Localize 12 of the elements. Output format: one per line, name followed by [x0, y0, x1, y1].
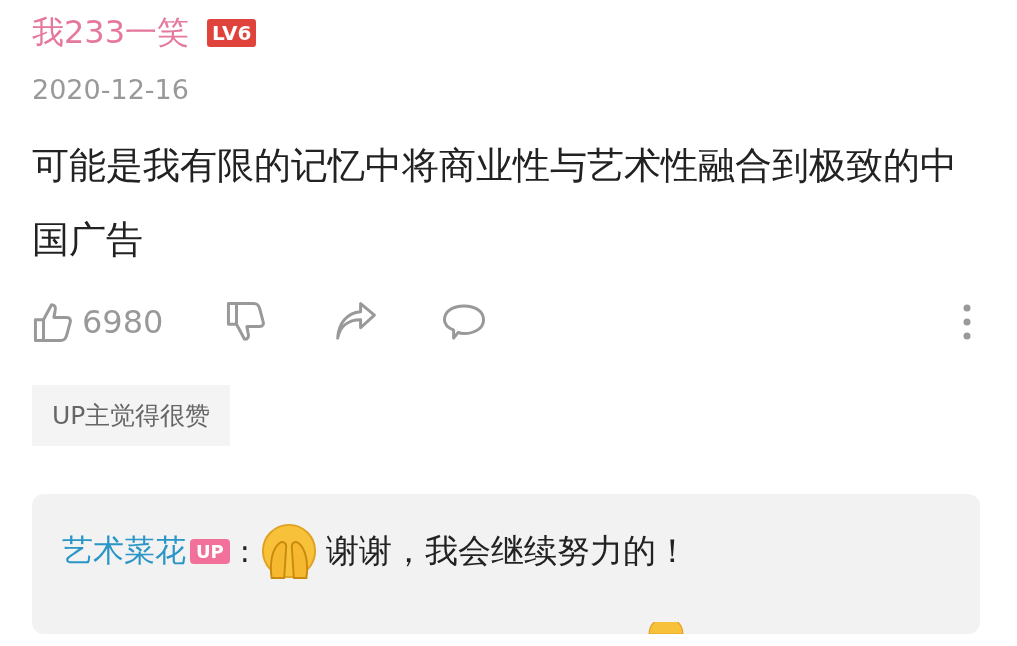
comment-text: 可能是我有限的记忆中将商业性与艺术性融合到极致的中国广告	[32, 143, 958, 263]
reply-username[interactable]: 艺术菜花	[62, 530, 186, 572]
colon: :	[239, 533, 250, 569]
up-badge: UP	[190, 538, 230, 564]
level-badge: LV6	[207, 19, 257, 47]
more-icon[interactable]	[961, 302, 973, 342]
emoji-icon	[259, 522, 318, 580]
reply-text: 谢谢，我会继续努力的！	[325, 529, 689, 572]
up-liked-tag: UP主觉得很赞	[32, 385, 231, 446]
username[interactable]: 我233一笑	[32, 11, 190, 55]
like-button[interactable]: 6980	[32, 299, 164, 345]
comment-date: 2020-12-16	[32, 74, 190, 105]
